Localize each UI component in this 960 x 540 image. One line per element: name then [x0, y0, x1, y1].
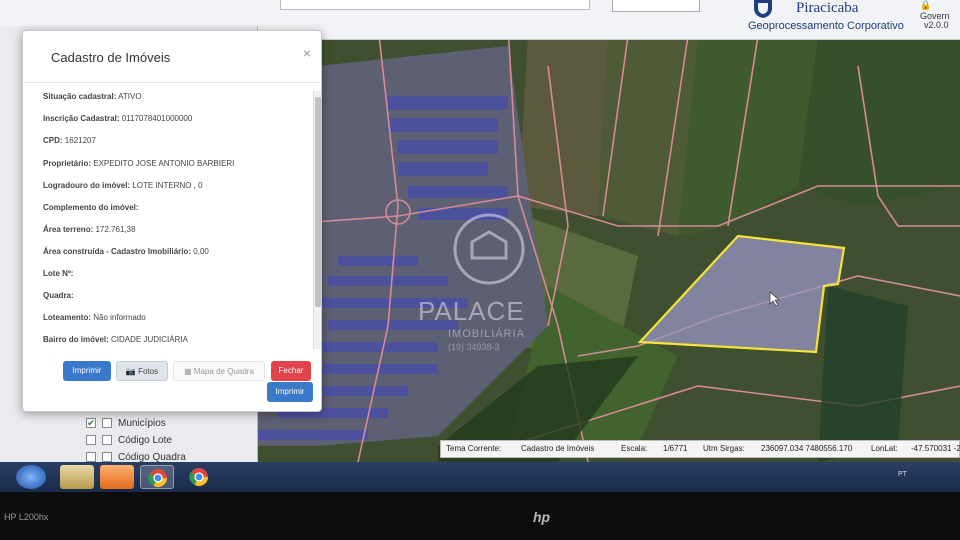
- layer-checkbox-visible[interactable]: [102, 435, 112, 445]
- monitor-bezel: [0, 492, 960, 540]
- close-button[interactable]: Fechar: [271, 361, 311, 381]
- scrollbar-thumb[interactable]: [315, 97, 321, 307]
- field-area-terreno: Área terreno: 172.761,38: [43, 225, 136, 234]
- lonlat-value: -47.570031 -2: [911, 444, 960, 453]
- map-view[interactable]: [258, 26, 960, 462]
- field-situacao: Situação cadastral: ATIVO: [43, 92, 142, 101]
- chrome-icon[interactable]: [140, 465, 174, 489]
- field-inscricao: Inscrição Cadastral: 0117078401000000: [43, 114, 193, 123]
- chrome-profile-icon[interactable]: [182, 465, 216, 489]
- property-dialog: Cadastro de Imóveis × Situação cadastral…: [22, 30, 322, 412]
- theme-label: Tema Corrente:: [446, 444, 502, 453]
- print-secondary-button[interactable]: Imprimir: [267, 382, 313, 402]
- field-logradouro: Logradouro do imóvel: LOTE INTERNO , 0: [43, 181, 203, 190]
- layer-item-municipios[interactable]: ✔ Municípios: [86, 416, 166, 430]
- layer-item-codigo-lote[interactable]: Código Lote: [86, 433, 172, 447]
- print-button[interactable]: Imprimir: [63, 361, 111, 381]
- scale-value: 1/6771: [663, 444, 688, 453]
- dialog-header: Cadastro de Imóveis ×: [23, 31, 321, 83]
- dialog-title: Cadastro de Imóveis: [51, 50, 171, 65]
- field-cpd: CPD: 1621207: [43, 136, 96, 145]
- watermark-name: PALACE: [418, 296, 525, 326]
- camera-icon: 📷: [125, 367, 139, 376]
- user-menu[interactable]: 🔒 Govern: [920, 0, 960, 21]
- watermark-phone: (19) 34938-3: [448, 342, 500, 352]
- windows-taskbar: [0, 462, 960, 492]
- browser-screen: Piracicaba Geoprocessamento Corporativo …: [0, 0, 960, 470]
- photos-button[interactable]: 📷 Fotos: [116, 361, 168, 381]
- map-icon: ▦: [184, 367, 194, 376]
- brand-city: Piracicaba: [796, 0, 859, 16]
- field-complemento: Complemento do imóvel:: [43, 203, 139, 212]
- lonlat-label: LonLat:: [871, 444, 898, 453]
- scale-label: Escala:: [621, 444, 648, 453]
- layer-checkbox[interactable]: ✔: [86, 418, 96, 428]
- block-map-label: Mapa de Quadra: [193, 367, 254, 376]
- layer-label: Código Lote: [118, 434, 172, 446]
- start-button[interactable]: [16, 465, 46, 489]
- map-status-bar: Tema Corrente: Cadastro de Imóveis Escal…: [440, 440, 960, 458]
- field-proprietario: Proprietário: EXPEDITO JOSE ANTONIO BARB…: [43, 159, 235, 168]
- utm-label: Utm Sirgas:: [703, 444, 745, 453]
- layer-label: Municípios: [118, 417, 166, 429]
- monitor-brand-logo: hp: [533, 509, 551, 525]
- utm-value: 236097.034 7480556.170: [761, 444, 853, 453]
- layer-label: Código Quadra: [118, 451, 186, 463]
- field-lote: Lote Nº:: [43, 269, 74, 278]
- app-version: v2.0.0: [924, 20, 949, 30]
- layer-checkbox-visible[interactable]: [102, 418, 112, 428]
- layer-select[interactable]: [612, 0, 700, 12]
- search-input[interactable]: [280, 0, 590, 10]
- media-player-icon[interactable]: [100, 465, 134, 489]
- layer-checkbox-visible[interactable]: [102, 452, 112, 462]
- lock-icon: 🔒: [920, 0, 932, 10]
- city-crest-icon: [754, 0, 772, 18]
- file-explorer-icon[interactable]: [60, 465, 94, 489]
- layer-checkbox[interactable]: [86, 452, 96, 462]
- layer-checkbox[interactable]: [86, 435, 96, 445]
- close-icon[interactable]: ×: [303, 45, 311, 61]
- photos-label: Fotos: [138, 367, 159, 376]
- theme-value: Cadastro de Imóveis: [521, 444, 595, 453]
- field-area-construida: Área construída - Cadastro Imobiliário: …: [43, 247, 209, 256]
- field-quadra: Quadra:: [43, 291, 74, 300]
- watermark-logo: [453, 213, 525, 285]
- watermark-subtitle: IMOBILIÁRIA: [448, 328, 526, 340]
- field-bairro: Bairro do imóvel: CIDADE JUDICIÁRIA: [43, 335, 188, 344]
- brand-department: Geoprocessamento Corporativo: [748, 20, 904, 32]
- dialog-body: Situação cadastral: ATIVO Inscrição Cada…: [23, 84, 313, 347]
- tray-language[interactable]: PT: [898, 471, 907, 478]
- dialog-scrollbar[interactable]: [313, 91, 321, 349]
- monitor-model: HP L200hx: [4, 512, 49, 522]
- block-map-button[interactable]: ▦ Mapa de Quadra: [173, 361, 265, 381]
- field-loteamento: Loteamento: Não informado: [43, 313, 146, 322]
